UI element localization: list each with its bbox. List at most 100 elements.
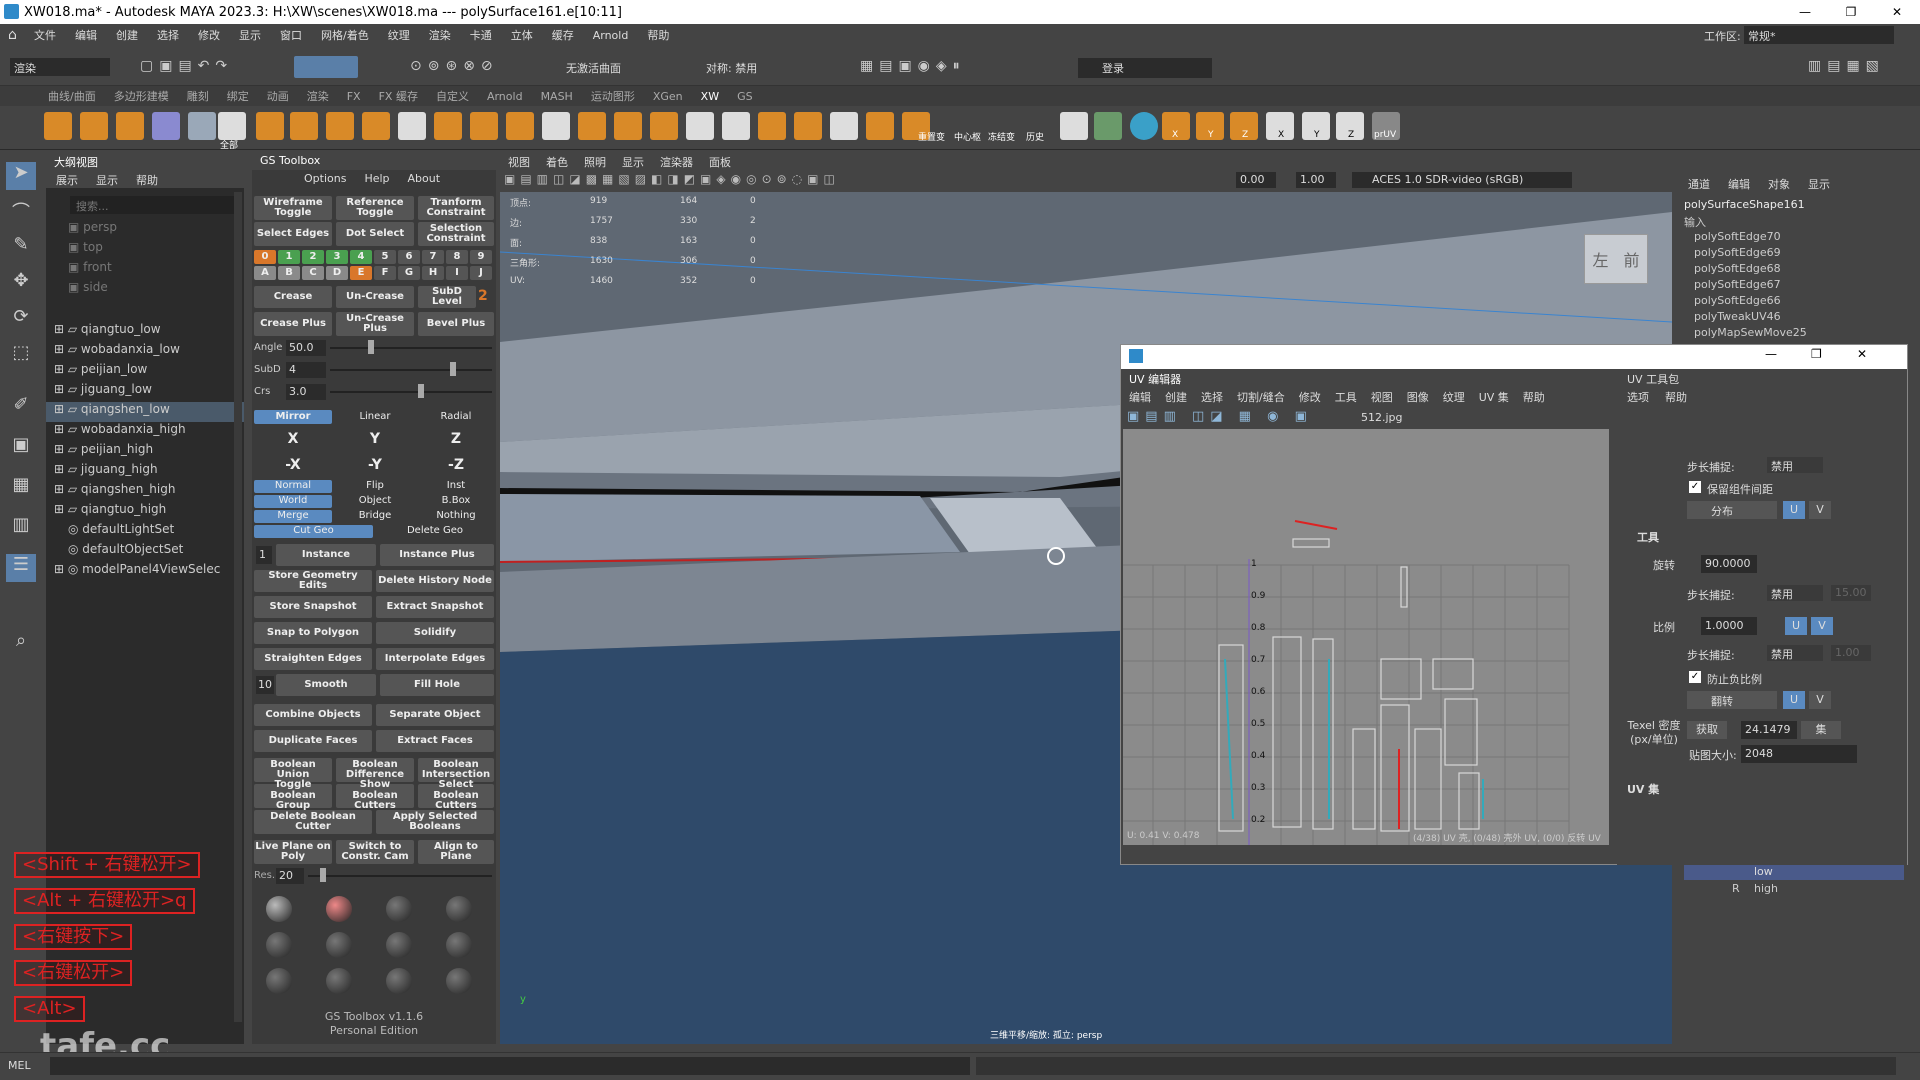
outliner-menu-item[interactable]: 帮助 xyxy=(136,172,158,187)
inst-button[interactable]: Inst xyxy=(418,480,494,493)
flip-button[interactable]: Flip xyxy=(336,480,414,493)
transform-constraint-button[interactable]: Tranform Constraint xyxy=(418,196,494,220)
tool-icon[interactable] xyxy=(542,112,570,140)
tool-icon[interactable] xyxy=(722,112,750,140)
num-button[interactable]: 2 xyxy=(302,250,324,264)
crease-button[interactable]: Crease xyxy=(254,286,332,308)
neg-y-axis-button[interactable]: -Y xyxy=(336,454,414,476)
outliner-item[interactable]: ⊞ ▱ peijian_high xyxy=(54,442,244,462)
outliner-item[interactable]: ⊞ ▱ qiangshen_high xyxy=(54,482,244,502)
flip-v-button[interactable]: V xyxy=(1809,691,1831,709)
material-sphere-icon[interactable] xyxy=(386,932,412,958)
minimize-button[interactable]: — xyxy=(1782,0,1828,24)
render-icons[interactable]: ▦▤▣◉◈⏸ xyxy=(860,58,966,74)
distribute-u-button[interactable]: U xyxy=(1783,501,1805,519)
snap-to-polygon-button[interactable]: Snap to Polygon xyxy=(254,622,372,644)
menu-help[interactable]: 帮助 xyxy=(647,27,669,43)
merge-button[interactable]: Merge xyxy=(254,510,332,523)
channel-menu-item[interactable]: 通道 xyxy=(1688,176,1710,192)
switch-constr-cam-button[interactable]: Switch to Constr. Cam xyxy=(336,840,414,864)
extract-snapshot-button[interactable]: Extract Snapshot xyxy=(376,596,494,618)
uv-menu-item[interactable]: 帮助 xyxy=(1523,389,1545,405)
solidify-button[interactable]: Solidify xyxy=(376,622,494,644)
shape-name[interactable]: polySurfaceShape161 xyxy=(1684,198,1805,211)
history-node[interactable]: polySoftEdge67 xyxy=(1694,278,1781,291)
tool-icon[interactable] xyxy=(578,112,606,140)
gs-menu-item[interactable]: Help xyxy=(364,172,389,185)
uv-toolkit-menu-item[interactable]: 选项 xyxy=(1627,389,1649,405)
menu-set-dropdown[interactable]: 渲染 xyxy=(10,58,110,76)
paint-select-icon[interactable]: ✎ xyxy=(6,234,36,262)
linear-button[interactable]: Linear xyxy=(336,410,414,424)
res-field[interactable]: 20 xyxy=(276,868,304,884)
menu-stereo[interactable]: 立体 xyxy=(511,27,533,43)
num-button[interactable]: 0 xyxy=(254,250,276,264)
instance-count-field[interactable]: 1 xyxy=(256,546,272,564)
outliner-item[interactable]: ⊞ ▱ peijian_low xyxy=(54,362,244,382)
neg-z-axis-button[interactable]: -Z xyxy=(418,454,494,476)
tool-icon[interactable] xyxy=(830,112,858,140)
letter-button[interactable]: G xyxy=(398,266,420,280)
material-sphere-icon[interactable] xyxy=(446,968,472,994)
texel-get-button[interactable]: 获取 xyxy=(1687,721,1727,739)
login-dropdown[interactable]: 登录 xyxy=(1078,58,1212,78)
outliner-menu-item[interactable]: 显示 xyxy=(96,172,118,187)
bbox-button[interactable]: B.Box xyxy=(418,495,494,508)
outliner-item[interactable]: ◎ defaultObjectSet xyxy=(68,542,258,562)
angle-field[interactable]: 50.0 xyxy=(286,340,326,356)
mesh-icon[interactable] xyxy=(152,112,180,140)
texel-set-button[interactable]: 集 xyxy=(1801,721,1841,739)
history-node[interactable]: polySoftEdge70 xyxy=(1694,230,1781,243)
shelf-tab[interactable]: 雕刻 xyxy=(187,88,209,104)
scale-tool-icon[interactable]: ⬚ xyxy=(6,342,36,370)
radial-button[interactable]: Radial xyxy=(418,410,494,424)
angle-slider[interactable] xyxy=(330,347,492,349)
rotate-tool-icon[interactable]: ⟳ xyxy=(6,306,36,334)
delete-boolean-cutter-button[interactable]: Delete Boolean Cutter xyxy=(254,810,372,834)
num-button[interactable]: 5 xyxy=(374,250,396,264)
tool-icon[interactable] xyxy=(614,112,642,140)
distribute-button[interactable]: 分布 xyxy=(1687,501,1777,519)
step-snap-dropdown[interactable]: 禁用 xyxy=(1767,645,1823,661)
normal-button[interactable]: Normal xyxy=(254,480,332,493)
tool-icon[interactable] xyxy=(470,112,498,140)
live-plane-button[interactable]: Live Plane on Poly xyxy=(254,840,332,864)
uv-menu-item[interactable]: 切割/缝合 xyxy=(1237,389,1285,405)
viewport-menu-item[interactable]: 照明 xyxy=(584,154,606,170)
material-sphere-icon[interactable] xyxy=(446,932,472,958)
gs-menu-item[interactable]: About xyxy=(408,172,441,185)
shelf-tab[interactable]: 动画 xyxy=(267,88,289,104)
view-cube-front[interactable]: 前 xyxy=(1623,247,1639,271)
history-node[interactable]: polySoftEdge68 xyxy=(1694,262,1781,275)
select-tool-icon[interactable]: ➤ xyxy=(6,162,36,190)
combine-objects-button[interactable]: Combine Objects xyxy=(254,704,372,726)
selection-constraint-button[interactable]: Selection Constraint xyxy=(418,222,494,246)
subd-slider[interactable] xyxy=(330,369,492,371)
uv-maximize-button[interactable]: ❐ xyxy=(1811,347,1822,361)
delete-history-node-button[interactable]: Delete History Node xyxy=(376,570,494,592)
crs-field[interactable]: 3.0 xyxy=(286,384,326,400)
duplicate-faces-button[interactable]: Duplicate Faces xyxy=(254,730,372,752)
num-button[interactable]: 4 xyxy=(350,250,372,264)
history-node[interactable]: polyMapSewMove25 xyxy=(1694,326,1807,339)
shelf-tab[interactable]: XGen xyxy=(653,90,683,103)
live-surface-label[interactable]: 无激活曲面 xyxy=(566,60,621,76)
cube-icon[interactable] xyxy=(116,112,144,140)
outliner-item[interactable]: ⊞ ◎ modelPanel4ViewSelec xyxy=(54,562,244,582)
material-sphere-icon[interactable] xyxy=(266,968,292,994)
command-line[interactable] xyxy=(50,1057,970,1075)
shelf-tab-active[interactable]: XW xyxy=(701,90,719,103)
num-button[interactable]: 7 xyxy=(422,250,444,264)
distribute-v-button[interactable]: V xyxy=(1809,501,1831,519)
nothing-button[interactable]: Nothing xyxy=(418,510,494,523)
letter-button[interactable]: C xyxy=(302,266,324,280)
uv-set-section[interactable]: UV 集 xyxy=(1627,781,1659,797)
bridge-button[interactable]: Bridge xyxy=(336,510,414,523)
uv-menu-item[interactable]: 创建 xyxy=(1165,389,1187,405)
search-icon[interactable]: ⌕ xyxy=(6,630,36,658)
move-tool-icon[interactable]: ✥ xyxy=(6,270,36,298)
camera-item[interactable]: ▣ side xyxy=(68,280,258,300)
uv-minimize-button[interactable]: — xyxy=(1765,347,1777,361)
uv-toolkit-menu-item[interactable]: 帮助 xyxy=(1665,389,1687,405)
panel-toggle-icons[interactable]: ▥▤▦▧ xyxy=(1808,58,1885,74)
